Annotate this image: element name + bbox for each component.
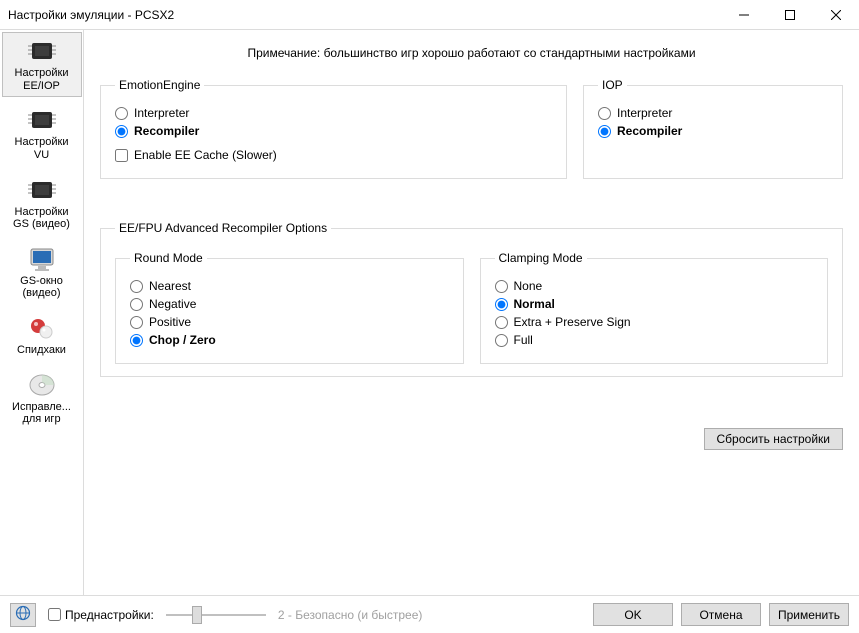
clamp-extra-option[interactable]: Extra + Preserve Sign [495,315,814,329]
clamp-extra-label: Extra + Preserve Sign [514,315,631,329]
minimize-button[interactable] [721,0,767,30]
ee-interpreter-label: Interpreter [134,106,189,120]
legend-advanced: EE/FPU Advanced Recompiler Options [115,221,331,235]
sidebar-item-gs[interactable]: Настройки GS (видео) [2,171,82,236]
sidebar: Настройки EE/IOP Настройки VU Настройки … [0,30,84,595]
clamp-normal-radio[interactable] [495,298,508,311]
ee-cache-option[interactable]: Enable EE Cache (Slower) [115,148,552,162]
note-text: Примечание: большинство игр хорошо работ… [100,46,843,60]
fieldset-advanced: EE/FPU Advanced Recompiler Options Round… [100,221,843,377]
apply-button[interactable]: Применить [769,603,849,626]
sidebar-item-label: Спидхаки [5,344,79,357]
ee-cache-checkbox[interactable] [115,149,128,162]
ee-recompiler-option[interactable]: Recompiler [115,124,552,138]
clamp-normal-label: Normal [514,297,555,311]
fieldset-clamp: Clamping Mode None Normal Extra + Preser… [480,251,829,364]
ok-button[interactable]: OK [593,603,673,626]
clamp-full-label: Full [514,333,533,347]
clamp-full-radio[interactable] [495,334,508,347]
iop-interpreter-label: Interpreter [617,106,672,120]
clamp-full-option[interactable]: Full [495,333,814,347]
preset-slider[interactable] [166,605,266,625]
round-negative-option[interactable]: Negative [130,297,449,311]
ee-recompiler-label: Recompiler [134,124,199,138]
round-chop-radio[interactable] [130,334,143,347]
round-positive-radio[interactable] [130,316,143,329]
clamp-none-label: None [514,279,543,293]
window-title: Настройки эмуляции - PCSX2 [0,8,721,22]
preset-checkbox-label: Преднастройки: [65,608,154,622]
ee-cache-label: Enable EE Cache (Slower) [134,148,277,162]
sidebar-item-vu[interactable]: Настройки VU [2,101,82,166]
ee-recompiler-radio[interactable] [115,125,128,138]
spheres-icon [24,314,60,342]
round-positive-option[interactable]: Positive [130,315,449,329]
round-nearest-radio[interactable] [130,280,143,293]
fieldset-round: Round Mode Nearest Negative Positive [115,251,464,364]
disc-icon [24,371,60,399]
preset-level-label: 2 - Безопасно (и быстрее) [278,608,423,622]
round-chop-label: Chop / Zero [149,333,216,347]
legend-iop: IOP [598,78,627,92]
sidebar-item-gamefixes[interactable]: Исправле... для игр [2,366,82,431]
sidebar-item-label: Настройки EE/IOP [5,67,79,92]
iop-interpreter-option[interactable]: Interpreter [598,106,828,120]
bottom-bar: Преднастройки: 2 - Безопасно (и быстрее)… [0,595,859,633]
fieldset-ee: EmotionEngine Interpreter Recompiler Ena… [100,78,567,179]
monitor-icon [24,245,60,273]
iop-recompiler-option[interactable]: Recompiler [598,124,828,138]
sidebar-item-label: GS-окно (видео) [5,275,79,300]
round-chop-option[interactable]: Chop / Zero [130,333,449,347]
slider-track [166,614,266,616]
chip-icon [24,176,60,204]
about-button[interactable] [10,603,36,627]
preset-checkbox-wrap[interactable]: Преднастройки: [48,608,154,622]
chip-icon [24,37,60,65]
round-nearest-option[interactable]: Nearest [130,279,449,293]
ee-interpreter-option[interactable]: Interpreter [115,106,552,120]
iop-interpreter-radio[interactable] [598,107,611,120]
cancel-button[interactable]: Отмена [681,603,761,626]
globe-icon [15,605,31,624]
sidebar-item-ee-iop[interactable]: Настройки EE/IOP [2,32,82,97]
clamp-extra-radio[interactable] [495,316,508,329]
clamp-none-radio[interactable] [495,280,508,293]
round-nearest-label: Nearest [149,279,191,293]
content-panel: Примечание: большинство игр хорошо работ… [84,30,859,595]
fieldset-iop: IOP Interpreter Recompiler [583,78,843,179]
legend-clamp: Clamping Mode [495,251,587,265]
chip-icon [24,106,60,134]
sidebar-item-label: Настройки VU [5,136,79,161]
clamp-none-option[interactable]: None [495,279,814,293]
round-negative-label: Negative [149,297,196,311]
ee-interpreter-radio[interactable] [115,107,128,120]
iop-recompiler-radio[interactable] [598,125,611,138]
legend-round: Round Mode [130,251,207,265]
sidebar-item-label: Настройки GS (видео) [5,206,79,231]
legend-ee: EmotionEngine [115,78,204,92]
sidebar-item-gs-window[interactable]: GS-окно (видео) [2,240,82,305]
titlebar: Настройки эмуляции - PCSX2 [0,0,859,30]
close-button[interactable] [813,0,859,30]
round-negative-radio[interactable] [130,298,143,311]
slider-thumb[interactable] [192,606,202,624]
sidebar-item-speedhacks[interactable]: Спидхаки [2,309,82,362]
round-positive-label: Positive [149,315,191,329]
reset-button[interactable]: Сбросить настройки [704,428,843,450]
maximize-button[interactable] [767,0,813,30]
iop-recompiler-label: Recompiler [617,124,682,138]
clamp-normal-option[interactable]: Normal [495,297,814,311]
preset-checkbox[interactable] [48,608,61,621]
sidebar-item-label: Исправле... для игр [5,401,79,426]
